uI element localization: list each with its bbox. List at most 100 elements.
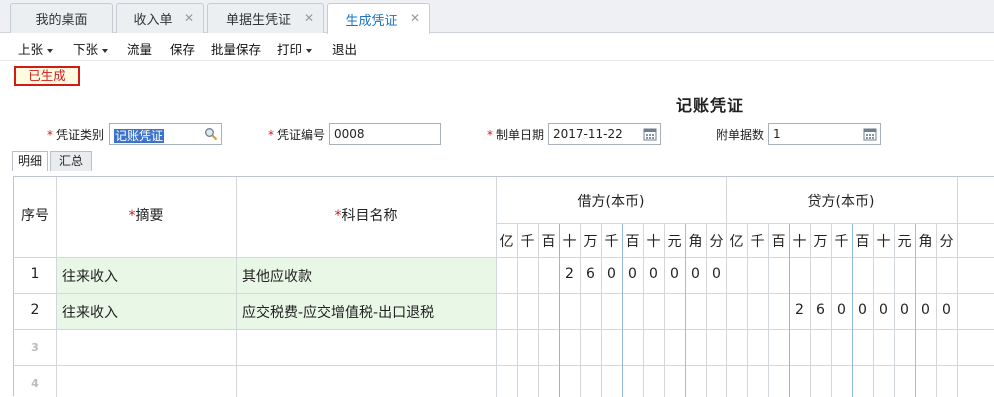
- row-number: 3: [31, 341, 39, 354]
- debit-unit-header: 百: [625, 234, 640, 250]
- voucher-type-field[interactable]: 记账凭证: [109, 123, 222, 145]
- tab-generate-voucher[interactable]: 生成凭证 ✕: [327, 3, 430, 34]
- tab-doc-to-voucher[interactable]: 单据生凭证 ✕: [207, 3, 324, 33]
- search-icon[interactable]: [204, 127, 218, 141]
- close-icon[interactable]: ✕: [184, 11, 194, 25]
- voucher-grid: 序号 *摘要 *科目名称 借方(本币) 贷方(本币) 亿千百十万千百十元角分亿千…: [13, 176, 994, 397]
- print-button[interactable]: 打印: [277, 39, 313, 58]
- summary-cell: 往来收入: [62, 305, 118, 321]
- chevron-down-icon: [102, 48, 109, 53]
- calendar-icon[interactable]: [863, 127, 877, 141]
- credit-digit: 0: [837, 302, 846, 318]
- debit-unit-header: 亿: [499, 234, 514, 250]
- close-icon[interactable]: ✕: [304, 11, 314, 25]
- voucher-no-label: * 凭证编号: [268, 128, 326, 142]
- toolbar: 上张 下张 流量 保存 批量保存 打印 退出: [0, 34, 994, 61]
- col-header-credit: 贷方(本币): [807, 194, 875, 210]
- next-label: 下张: [73, 42, 99, 57]
- date-value: 2017-11-22: [553, 127, 623, 141]
- debit-unit-header: 分: [709, 234, 724, 250]
- debit-digit: 0: [712, 266, 721, 282]
- tab-income-slip[interactable]: 收入单 ✕: [116, 3, 204, 33]
- debit-digit: 0: [628, 266, 637, 282]
- credit-unit-header: 十: [876, 234, 891, 250]
- credit-unit-header: 角: [918, 234, 933, 250]
- tab-label: 收入单: [133, 13, 173, 28]
- tab-label: 单据生凭证: [225, 13, 291, 28]
- row-number: 4: [31, 377, 39, 390]
- account-cell: 应交税费-应交增值税-出口退税: [242, 305, 435, 321]
- debit-digit: 0: [691, 266, 700, 282]
- credit-unit-header: 百: [771, 234, 786, 250]
- column-divider: [496, 177, 497, 397]
- credit-digit: 6: [816, 302, 825, 318]
- tab-detail[interactable]: 明细: [12, 151, 48, 171]
- print-label: 打印: [277, 42, 303, 57]
- status-badge: 已生成: [14, 66, 80, 86]
- attach-count-value: 1: [773, 127, 781, 141]
- prev-label: 上张: [18, 42, 44, 57]
- debit-digit: 0: [607, 266, 616, 282]
- row-divider: [14, 293, 994, 294]
- chevron-down-icon: [47, 48, 54, 53]
- credit-digit: 0: [921, 302, 930, 318]
- voucher-type-label: * 凭证类别: [47, 128, 105, 142]
- debit-digit: 6: [586, 266, 595, 282]
- tab-summary[interactable]: 汇总: [50, 151, 92, 171]
- row-divider: [14, 365, 994, 366]
- credit-unit-header: 千: [834, 234, 849, 250]
- header-divider: [496, 223, 994, 224]
- column-divider: [56, 177, 57, 397]
- column-divider: [236, 177, 237, 397]
- voucher-no-field[interactable]: 0008: [329, 123, 441, 145]
- debit-unit-header: 十: [646, 234, 661, 250]
- summary-cell: 往来收入: [62, 269, 118, 285]
- col-header-account: *科目名称: [334, 208, 398, 224]
- tab-label: 生成凭证: [345, 13, 398, 29]
- debit-digit: 0: [670, 266, 679, 282]
- debit-unit-header: 十: [562, 234, 577, 250]
- flow-button[interactable]: 流量: [127, 39, 152, 58]
- close-icon[interactable]: ✕: [410, 11, 420, 25]
- row-divider: [14, 257, 994, 258]
- tab-my-desktop[interactable]: 我的桌面: [10, 3, 113, 33]
- row-number: 1: [30, 266, 40, 282]
- debit-unit-header: 角: [688, 234, 703, 250]
- next-button[interactable]: 下张: [73, 39, 109, 58]
- credit-digit: 0: [942, 302, 951, 318]
- debit-unit-header: 千: [604, 234, 619, 250]
- row-divider: [14, 329, 994, 330]
- tab-label: 我的桌面: [35, 13, 88, 28]
- batch-save-button[interactable]: 批量保存: [211, 39, 261, 58]
- debit-digit: 0: [649, 266, 658, 282]
- credit-unit-header: 万: [813, 234, 828, 250]
- save-button[interactable]: 保存: [170, 39, 195, 58]
- date-field[interactable]: 2017-11-22: [548, 123, 661, 145]
- required-mark: *: [487, 128, 493, 142]
- credit-unit-header: 亿: [729, 234, 744, 250]
- prev-button[interactable]: 上张: [18, 39, 54, 58]
- col-header-seq: 序号: [21, 208, 49, 224]
- column-divider: [957, 177, 958, 397]
- credit-unit-header: 百: [855, 234, 870, 250]
- credit-unit-header: 千: [750, 234, 765, 250]
- account-cell: 其他应收款: [242, 269, 312, 285]
- col-header-debit: 借方(本币): [577, 194, 645, 210]
- attach-label: 附单据数: [716, 128, 765, 142]
- credit-digit: 0: [858, 302, 867, 318]
- required-mark: *: [47, 128, 53, 142]
- exit-button[interactable]: 退出: [332, 39, 357, 58]
- calendar-icon[interactable]: [643, 127, 657, 141]
- page-title: 记账凭证: [676, 96, 745, 115]
- attach-count-field[interactable]: 1: [768, 123, 881, 145]
- voucher-type-value: 记账凭证: [114, 129, 165, 143]
- tab-bar: 我的桌面 收入单 ✕ 单据生凭证 ✕ 生成凭证 ✕: [0, 0, 994, 34]
- debit-unit-header: 千: [520, 234, 535, 250]
- debit-unit-header: 万: [583, 234, 598, 250]
- credit-unit-header: 分: [939, 234, 954, 250]
- column-divider: [726, 177, 727, 397]
- debit-unit-header: 百: [541, 234, 556, 250]
- debit-unit-header: 元: [667, 234, 682, 250]
- credit-unit-header: 十: [792, 234, 807, 250]
- required-mark: *: [268, 128, 274, 142]
